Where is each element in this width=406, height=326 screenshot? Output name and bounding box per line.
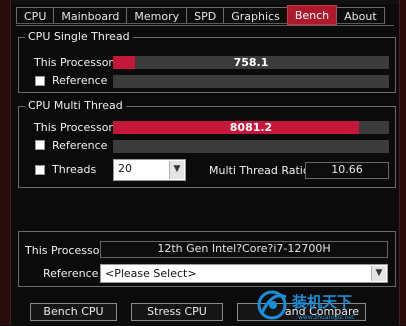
single-reference-bar [113, 75, 389, 88]
tab-mainboard[interactable]: Mainboard [53, 7, 128, 24]
compare-reference-label: Reference [43, 267, 99, 280]
multi-this-processor-label: This Processor [34, 121, 113, 134]
tab-bench[interactable]: Bench [286, 5, 338, 25]
single-this-processor-bar: 758.1 [113, 56, 389, 69]
multi-thread-title: CPU Multi Thread [25, 100, 126, 112]
single-this-processor-label: This Processor [34, 56, 113, 69]
bench-cpu-button[interactable]: Bench CPU [30, 303, 117, 321]
tab-graphics[interactable]: Graphics [223, 7, 288, 24]
chevron-down-icon[interactable]: ▼ [169, 161, 184, 179]
stress-cpu-button[interactable]: Stress CPU [131, 303, 223, 321]
multi-this-processor-bar: 8081.2 [113, 121, 389, 134]
chevron-down-icon[interactable]: ▼ [371, 266, 386, 281]
tab-content-divider [16, 25, 394, 26]
multi-reference-label: Reference [52, 139, 108, 152]
single-thread-title: CPU Single Thread [25, 31, 133, 43]
single-this-processor-score: 758.1 [233, 56, 269, 69]
multi-reference-bar [113, 140, 389, 153]
threads-label: Threads [52, 163, 97, 176]
window-right-border [399, 0, 406, 325]
tab-bar: CPU Mainboard Memory SPD Graphics Bench … [16, 5, 385, 25]
multi-reference-checkbox[interactable] [35, 140, 45, 150]
multi-this-processor-score: 8081.2 [229, 121, 273, 134]
single-reference-label: Reference [52, 74, 108, 87]
tab-spd[interactable]: SPD [186, 7, 225, 24]
threads-select[interactable]: 20 ▼ [113, 159, 186, 181]
compare-reference-select-value: <Please Select> [105, 267, 197, 280]
compare-this-processor-label: This Processor [25, 244, 104, 257]
multi-thread-ratio-value: 10.66 [305, 162, 389, 179]
threads-select-value: 20 [118, 162, 132, 175]
tab-cpu[interactable]: CPU [16, 7, 55, 24]
threads-checkbox[interactable] [35, 165, 45, 175]
compare-this-processor-value: 12th Gen Intel?Core?i7-12700H [100, 241, 388, 258]
window-left-border [0, 0, 11, 325]
compare-reference-select[interactable]: <Please Select> ▼ [100, 264, 388, 283]
multi-thread-ratio-label: Multi Thread Ratio [209, 164, 310, 177]
tab-memory[interactable]: Memory [126, 7, 188, 24]
tab-about[interactable]: About [336, 7, 385, 24]
submit-compare-button[interactable]: and Compare [237, 303, 366, 321]
single-reference-checkbox[interactable] [35, 76, 45, 86]
window-top-edge [0, 0, 406, 4]
